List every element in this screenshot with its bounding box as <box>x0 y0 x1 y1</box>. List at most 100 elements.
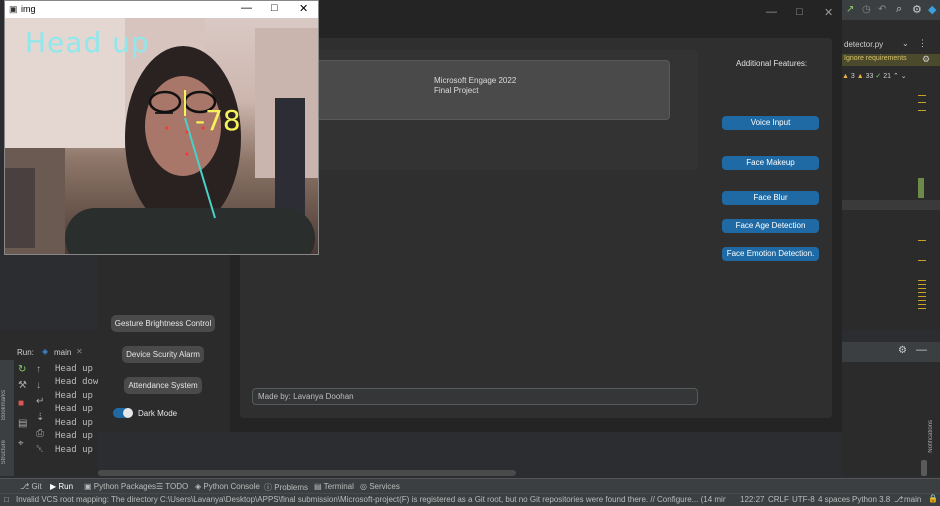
history-icon[interactable]: ◷ <box>862 4 871 15</box>
requirements-banner: Ignore requirements ⚙ <box>842 54 940 66</box>
soft-wrap-icon[interactable]: ↵ <box>36 396 44 407</box>
structure-side-tab[interactable]: Structure <box>1 440 7 464</box>
tab-python-console-label: Python Console <box>203 482 260 491</box>
layout-icon[interactable]: ▤ <box>18 418 27 429</box>
run-label: Run: <box>17 348 34 357</box>
close-icon[interactable]: ✕ <box>299 2 308 15</box>
minimize-icon[interactable]: — <box>916 344 927 356</box>
close-icon[interactable]: ✕ <box>76 347 83 356</box>
head-angle-readout: -78 <box>195 104 241 137</box>
console-line: Head up <box>55 364 93 374</box>
face-age-detection-button[interactable]: Face Age Detection <box>722 219 819 233</box>
bottom-tool-tabs: ⎇ Git ▶ Run ▣ Python Packages ☰ TODO ◈ P… <box>0 478 940 493</box>
weak-warning-icon: ▲ <box>856 73 864 80</box>
face-makeup-button[interactable]: Face Makeup <box>722 156 819 170</box>
inspection-widget[interactable]: ▲ 3 ▲ 33 ✓ 21 ⌃ ⌄ <box>842 72 907 80</box>
caret-position[interactable]: 122:27 <box>740 495 764 504</box>
console-line: Head up <box>55 418 93 428</box>
more-icon[interactable]: ⋮ <box>918 38 927 49</box>
typo-icon: ✓ <box>875 73 882 80</box>
project-subtitle: Final Project <box>434 86 479 95</box>
camera-titlebar: ▣ img — □ ✕ <box>5 1 318 18</box>
chevron-down-icon[interactable]: ⌄ <box>901 73 907 80</box>
tab-python-packages[interactable]: ▣ Python Packages <box>84 482 156 491</box>
tab-services[interactable]: ◎ Services <box>360 482 400 491</box>
dark-mode-switch-knob[interactable] <box>123 408 133 418</box>
tab-problems[interactable]: ⓘ Problems <box>264 482 308 493</box>
ignore-requirements-link[interactable]: Ignore requirements <box>844 55 907 62</box>
status-message[interactable]: Invalid VCS root mapping: The directory … <box>16 495 726 504</box>
additional-features-heading: Additional Features: <box>736 59 808 68</box>
maximize-icon[interactable]: □ <box>796 6 803 18</box>
tab-terminal[interactable]: ▤ Terminal <box>314 482 354 491</box>
console-line: Head up <box>55 431 93 441</box>
typo-count: 21 <box>883 73 892 80</box>
search-icon[interactable]: ⌕ <box>896 3 902 16</box>
run-icon[interactable]: ↗ <box>846 4 854 15</box>
chevron-down-icon[interactable]: ⌄ <box>902 39 909 48</box>
tab-run[interactable]: ▶ Run <box>50 482 73 491</box>
minimize-icon[interactable]: — <box>241 2 252 14</box>
tab-python-packages-label: Python Packages <box>93 482 157 491</box>
gesture-brightness-button[interactable]: Gesture Brightness Control <box>111 315 215 332</box>
credit-field[interactable]: Made by: Lavanya Doohan <box>252 388 698 405</box>
trash-icon[interactable]: ␡ <box>36 444 44 455</box>
tab-terminal-label: Terminal <box>323 482 354 491</box>
python-interpreter[interactable]: Python 3.8 <box>852 495 890 504</box>
tab-python-console[interactable]: ◈ Python Console <box>195 482 260 491</box>
editor-file-tab[interactable]: detector.py <box>844 40 883 49</box>
close-icon[interactable]: ✕ <box>824 6 833 19</box>
warning-count: 3 <box>850 73 855 80</box>
notifications-side-tab[interactable]: Notifications <box>928 420 934 453</box>
lock-icon[interactable]: 🔒 <box>928 494 938 503</box>
rerun-icon[interactable]: ↻ <box>18 364 26 375</box>
chevron-up-icon[interactable]: ⌃ <box>893 73 899 80</box>
ide-tool-window-header: ⚙ — <box>842 342 940 362</box>
tab-problems-label: Problems <box>274 483 309 492</box>
voice-input-button[interactable]: Voice Input <box>722 116 819 130</box>
status-bar: □ Invalid VCS root mapping: The director… <box>0 493 940 506</box>
tab-todo-label: TODO <box>165 482 189 491</box>
maximize-icon[interactable]: □ <box>271 2 278 14</box>
attendance-system-button[interactable]: Attendance System <box>124 377 202 394</box>
dark-mode-label: Dark Mode <box>138 409 178 418</box>
console-line: Head up <box>55 391 93 401</box>
device-security-alarm-button[interactable]: Device Scurity Alarm <box>122 346 204 363</box>
face-blur-button[interactable]: Face Blur <box>722 191 819 205</box>
plugin-icon[interactable]: ◆ <box>928 3 936 16</box>
print-icon[interactable]: ⎙ <box>36 428 44 439</box>
warning-icon: ▲ <box>842 73 849 80</box>
wrench-icon[interactable]: ⚒ <box>18 380 27 391</box>
arrow-up-icon[interactable]: ↑ <box>36 364 41 375</box>
scrollbar-thumb[interactable] <box>921 460 927 476</box>
gear-icon[interactable]: ⚙ <box>898 345 907 356</box>
window-icon: ▣ <box>9 4 18 14</box>
editor-scroll-markers[interactable] <box>918 90 926 320</box>
bookmarks-side-tab[interactable]: Bookmarks <box>1 390 7 420</box>
face-emotion-detection-button[interactable]: Face Emotion Detection. <box>722 247 819 261</box>
line-separator[interactable]: CRLF <box>768 495 789 504</box>
stop-icon[interactable]: ■ <box>18 398 24 409</box>
settings-icon[interactable]: ⚙ <box>922 54 930 65</box>
file-encoding[interactable]: UTF-8 <box>792 495 815 504</box>
horizontal-scrollbar[interactable] <box>98 470 516 476</box>
git-branch-icon: ⎇ <box>894 495 904 504</box>
scroll-to-end-icon[interactable]: ⇣ <box>36 412 44 423</box>
console-line: Head up <box>55 404 93 414</box>
status-icon: □ <box>4 495 9 504</box>
run-config-tab[interactable]: main <box>54 348 71 357</box>
project-info-box <box>300 60 670 120</box>
tab-services-label: Services <box>369 482 400 491</box>
arrow-down-icon[interactable]: ↓ <box>36 380 41 391</box>
console-line: Head up <box>55 445 93 455</box>
tab-todo[interactable]: ☰ TODO <box>156 482 188 491</box>
camera-feed: Head up -78 <box>5 18 318 254</box>
indent-setting[interactable]: 4 spaces <box>818 495 850 504</box>
left-side-strip: Bookmarks Structure <box>0 360 14 476</box>
gear-icon[interactable]: ⚙ <box>912 3 922 16</box>
tab-git[interactable]: ⎇ Git <box>20 482 42 491</box>
undo-icon[interactable]: ↶ <box>878 4 886 15</box>
pin-icon[interactable]: ⌖ <box>18 438 24 449</box>
minimize-icon[interactable]: — <box>766 6 777 18</box>
git-branch[interactable]: main <box>904 495 921 504</box>
